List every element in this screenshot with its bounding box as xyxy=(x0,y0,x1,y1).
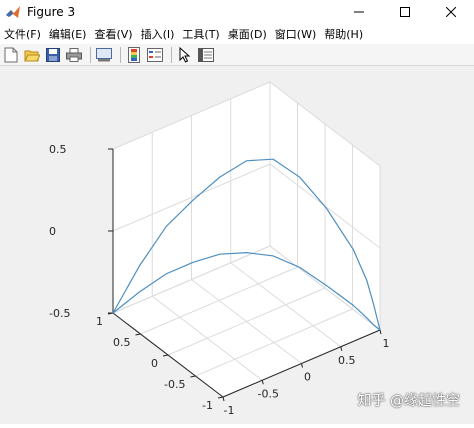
menu-desktop[interactable]: 桌面(D) xyxy=(224,26,271,42)
open-folder-icon xyxy=(24,50,40,61)
insert-legend-button[interactable] xyxy=(146,46,164,64)
x-tick xyxy=(379,329,382,335)
x-tick xyxy=(261,380,264,385)
print-button[interactable] xyxy=(65,46,83,64)
menu-tools[interactable]: 工具(T) xyxy=(178,26,223,42)
arrow-pointer-icon xyxy=(179,46,191,63)
minimize-icon xyxy=(354,11,364,13)
menu-edit[interactable]: 编辑(E) xyxy=(45,26,91,42)
figure-window: Figure 3 文件(F) 编辑(E) 查看(V) 插入(I) 工具(T) 桌… xyxy=(0,0,474,424)
y-tick-label: 1 xyxy=(96,315,103,328)
x-tick-label: -1 xyxy=(224,404,235,417)
z-tick-label: 0 xyxy=(49,225,56,238)
axes-panes xyxy=(113,82,380,397)
insert-colorbar-button[interactable] xyxy=(125,46,143,64)
toolbar-separator xyxy=(120,46,121,63)
x-tick-label: 0 xyxy=(304,371,311,384)
insert-colorbar-icon xyxy=(128,46,140,63)
menu-window[interactable]: 窗口(W) xyxy=(271,26,320,42)
matlab-logo-icon xyxy=(6,6,20,18)
property-inspector-icon xyxy=(198,47,214,62)
y-tick-label: -1 xyxy=(202,399,213,412)
y-tick-label: 0.5 xyxy=(113,336,131,349)
link-plot-icon xyxy=(96,47,112,61)
toolbar-separator xyxy=(171,46,172,63)
x-tick-label: 0.5 xyxy=(338,354,356,367)
x-tick xyxy=(301,363,303,368)
y-tick xyxy=(135,333,141,336)
menu-bar: 文件(F) 编辑(E) 查看(V) 插入(I) 工具(T) 桌面(D) 窗口(W… xyxy=(0,24,474,44)
maximize-button[interactable] xyxy=(382,0,428,24)
window-title: Figure 3 xyxy=(27,5,76,19)
save-button[interactable] xyxy=(44,46,62,64)
z-tick-label: -0.5 xyxy=(49,307,70,320)
menu-insert[interactable]: 插入(I) xyxy=(137,26,179,42)
link-plot-button[interactable] xyxy=(95,46,113,64)
figure-canvas[interactable]: -1 -0.5 0 0.5 1 -1 -0.5 0 0.5 1 -0.5 0 0.5 xyxy=(0,67,474,424)
property-inspector-button[interactable] xyxy=(197,46,215,64)
open-file-button[interactable] xyxy=(23,46,41,64)
y-tick xyxy=(162,354,169,357)
watermark-text: 知乎 @缘起性空 xyxy=(357,393,460,409)
print-icon xyxy=(66,47,82,62)
z-tick-label: 0.5 xyxy=(49,143,67,156)
menu-view[interactable]: 查看(V) xyxy=(90,26,136,42)
x-tick xyxy=(222,396,225,402)
menu-help[interactable]: 帮助(H) xyxy=(320,26,367,42)
y-tick xyxy=(217,396,224,399)
toolbar xyxy=(0,44,474,66)
title-bar[interactable]: Figure 3 xyxy=(0,0,474,24)
toolbar-separator xyxy=(90,46,91,63)
new-figure-icon xyxy=(4,47,18,62)
menu-file[interactable]: 文件(F) xyxy=(0,26,45,42)
plot-3d[interactable]: -1 -0.5 0 0.5 1 -1 -0.5 0 0.5 1 -0.5 0 0.5 xyxy=(0,67,474,424)
close-button[interactable] xyxy=(428,0,474,24)
maximize-icon xyxy=(400,7,410,17)
y-tick-label: -0.5 xyxy=(164,378,185,391)
minimize-button[interactable] xyxy=(336,0,382,24)
x-tick-label: 1 xyxy=(383,337,390,350)
new-figure-button[interactable] xyxy=(2,46,20,64)
close-icon xyxy=(446,7,456,17)
edit-plot-button[interactable] xyxy=(176,46,194,64)
y-tick-label: 0 xyxy=(151,357,158,370)
y-tick xyxy=(190,375,196,378)
x-tick xyxy=(340,346,343,351)
insert-legend-icon xyxy=(147,47,163,62)
x-tick-label: -0.5 xyxy=(258,387,279,400)
save-icon xyxy=(46,47,60,62)
